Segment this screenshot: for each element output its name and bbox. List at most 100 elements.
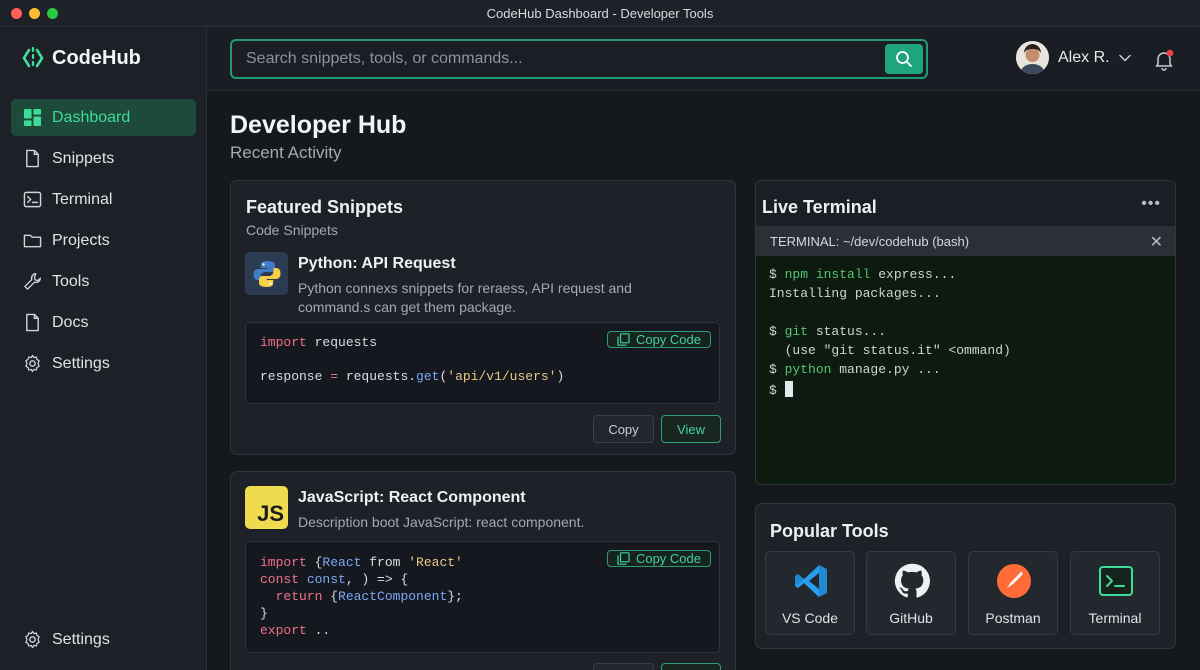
sidebar-item-label: Dashboard: [52, 108, 131, 126]
snippet-header: JS JavaScript: React Component Descripti…: [245, 486, 678, 532]
title-bar: CodeHub Dashboard - Developer Tools: [0, 0, 1200, 27]
window-controls: [11, 8, 58, 19]
code-line: return {ReactComponent};: [260, 589, 463, 604]
document-icon: [26, 313, 39, 332]
sidebar-item-settings-bottom[interactable]: Settings: [11, 621, 196, 658]
top-header: Alex R.: [207, 27, 1200, 91]
sidebar-item-terminal[interactable]: Terminal: [11, 181, 196, 218]
sidebar-item-tools[interactable]: Tools: [11, 263, 196, 300]
sidebar-bottom: Settings: [11, 621, 196, 662]
dashboard-icon: [23, 108, 42, 127]
sidebar-item-settings[interactable]: Settings: [11, 345, 196, 382]
close-icon[interactable]: ✕: [1150, 232, 1163, 252]
copy-code-button[interactable]: Copy Code: [606, 550, 711, 567]
snippet-title: JavaScript: React Component: [298, 489, 526, 506]
terminal-title: Live Terminal: [762, 197, 877, 217]
copy-button-partial[interactable]: [593, 663, 654, 670]
main-content: Developer Hub Recent Activity Featured S…: [207, 91, 1200, 670]
notifications-button[interactable]: [1153, 49, 1175, 76]
sidebar-nav: Dashboard Snippets Terminal Projects Too…: [11, 99, 196, 386]
tool-postman[interactable]: Postman: [968, 551, 1058, 635]
search-bar: [230, 39, 928, 79]
view-button[interactable]: View: [661, 415, 721, 443]
tool-vscode[interactable]: VS Code: [765, 551, 855, 635]
snippet-description: Python connexs snippets for reraess, API…: [298, 280, 632, 315]
terminal-line: (use "git status.it" <ommand): [769, 343, 1011, 358]
sidebar-item-projects[interactable]: Projects: [11, 222, 196, 259]
search-input[interactable]: [232, 41, 872, 77]
live-terminal-panel: Live Terminal ••• TERMINAL: ~/dev/codehu…: [755, 180, 1176, 485]
terminal-line: Installing packages...: [769, 286, 941, 301]
github-icon: [894, 563, 930, 599]
gear-icon: [25, 354, 40, 373]
copy-icon: [617, 552, 630, 565]
terminal-cursor: [784, 381, 793, 397]
page-subtitle: Recent Activity: [230, 143, 342, 162]
sidebar-item-dashboard[interactable]: Dashboard: [11, 99, 196, 136]
tool-label: Postman: [985, 610, 1041, 626]
page-title: Developer Hub: [230, 111, 407, 139]
tool-github[interactable]: GitHub: [866, 551, 956, 635]
close-window-button[interactable]: [11, 8, 22, 19]
copy-button[interactable]: Copy: [593, 415, 654, 443]
sidebar-item-label: Projects: [52, 231, 110, 249]
sidebar-item-label: Snippets: [52, 149, 115, 167]
sidebar-item-docs[interactable]: Docs: [11, 304, 196, 341]
code-block: import {React from 'React' const const, …: [245, 541, 720, 653]
postman-icon: [996, 563, 1032, 599]
card-title: Featured Snippets: [246, 197, 404, 217]
maximize-window-button[interactable]: [47, 8, 58, 19]
tool-label: Terminal: [1088, 610, 1142, 626]
snippet-description: Description boot JavaScript: react compo…: [298, 514, 585, 530]
vscode-icon: [793, 563, 829, 599]
copy-code-button[interactable]: Copy Code: [606, 331, 711, 348]
terminal-tab-bar: TERMINAL: ~/dev/codehub (bash) ✕: [756, 226, 1175, 256]
sidebar-item-label: Settings: [52, 354, 110, 372]
copy-icon: [617, 333, 630, 346]
terminal-icon: [1098, 563, 1134, 599]
more-options-icon[interactable]: •••: [1141, 195, 1161, 213]
notification-badge: [1166, 49, 1174, 57]
minimize-window-button[interactable]: [29, 8, 40, 19]
python-icon: [245, 252, 288, 295]
code-line: }: [260, 606, 268, 621]
folder-icon: [23, 234, 42, 248]
featured-snippets-card: Featured Snippets Code Snippets Python: …: [230, 180, 736, 455]
javascript-icon: JS: [245, 486, 288, 529]
card-title: Popular Tools: [770, 521, 889, 541]
user-menu[interactable]: Alex R.: [1016, 41, 1131, 74]
sidebar-item-label: Settings: [52, 630, 110, 648]
terminal-tab-label: TERMINAL: ~/dev/codehub (bash): [770, 233, 970, 249]
snippet-title: Python: API Request: [298, 255, 456, 272]
wrench-icon: [24, 273, 41, 290]
file-icon: [26, 149, 39, 168]
card-subtitle: Code Snippets: [246, 222, 338, 238]
terminal-line: $: [769, 381, 1164, 400]
code-line: response = requests.get('api/v1/users'): [260, 369, 565, 384]
tool-label: VS Code: [781, 610, 839, 626]
codehub-logo-icon: [22, 46, 44, 70]
sidebar-item-label: Tools: [52, 272, 90, 290]
brand-name: CodeHub: [52, 46, 141, 69]
code-line: const const, ) => {: [260, 572, 409, 587]
user-name: Alex R.: [1058, 48, 1110, 66]
avatar-image: [1016, 41, 1049, 74]
search-button[interactable]: [885, 44, 923, 74]
brand-logo[interactable]: CodeHub: [22, 46, 141, 70]
search-icon: [896, 51, 912, 67]
gear-icon: [25, 630, 40, 649]
view-button-partial[interactable]: [661, 663, 721, 670]
sidebar-item-snippets[interactable]: Snippets: [11, 140, 196, 177]
sidebar: CodeHub Dashboard Snippets Terminal Proj…: [0, 27, 207, 670]
snippet-card-javascript: JS JavaScript: React Component Descripti…: [230, 471, 736, 670]
terminal-icon: [23, 191, 42, 208]
bell-icon: [1155, 49, 1174, 71]
code-line: export ..: [260, 623, 331, 638]
terminal-line: $ python manage.py ...: [769, 362, 941, 377]
terminal-output[interactable]: $ npm install express... Installing pack…: [756, 256, 1175, 484]
tool-terminal[interactable]: Terminal: [1070, 551, 1160, 635]
avatar: [1016, 41, 1049, 74]
sidebar-item-label: Docs: [52, 313, 89, 331]
